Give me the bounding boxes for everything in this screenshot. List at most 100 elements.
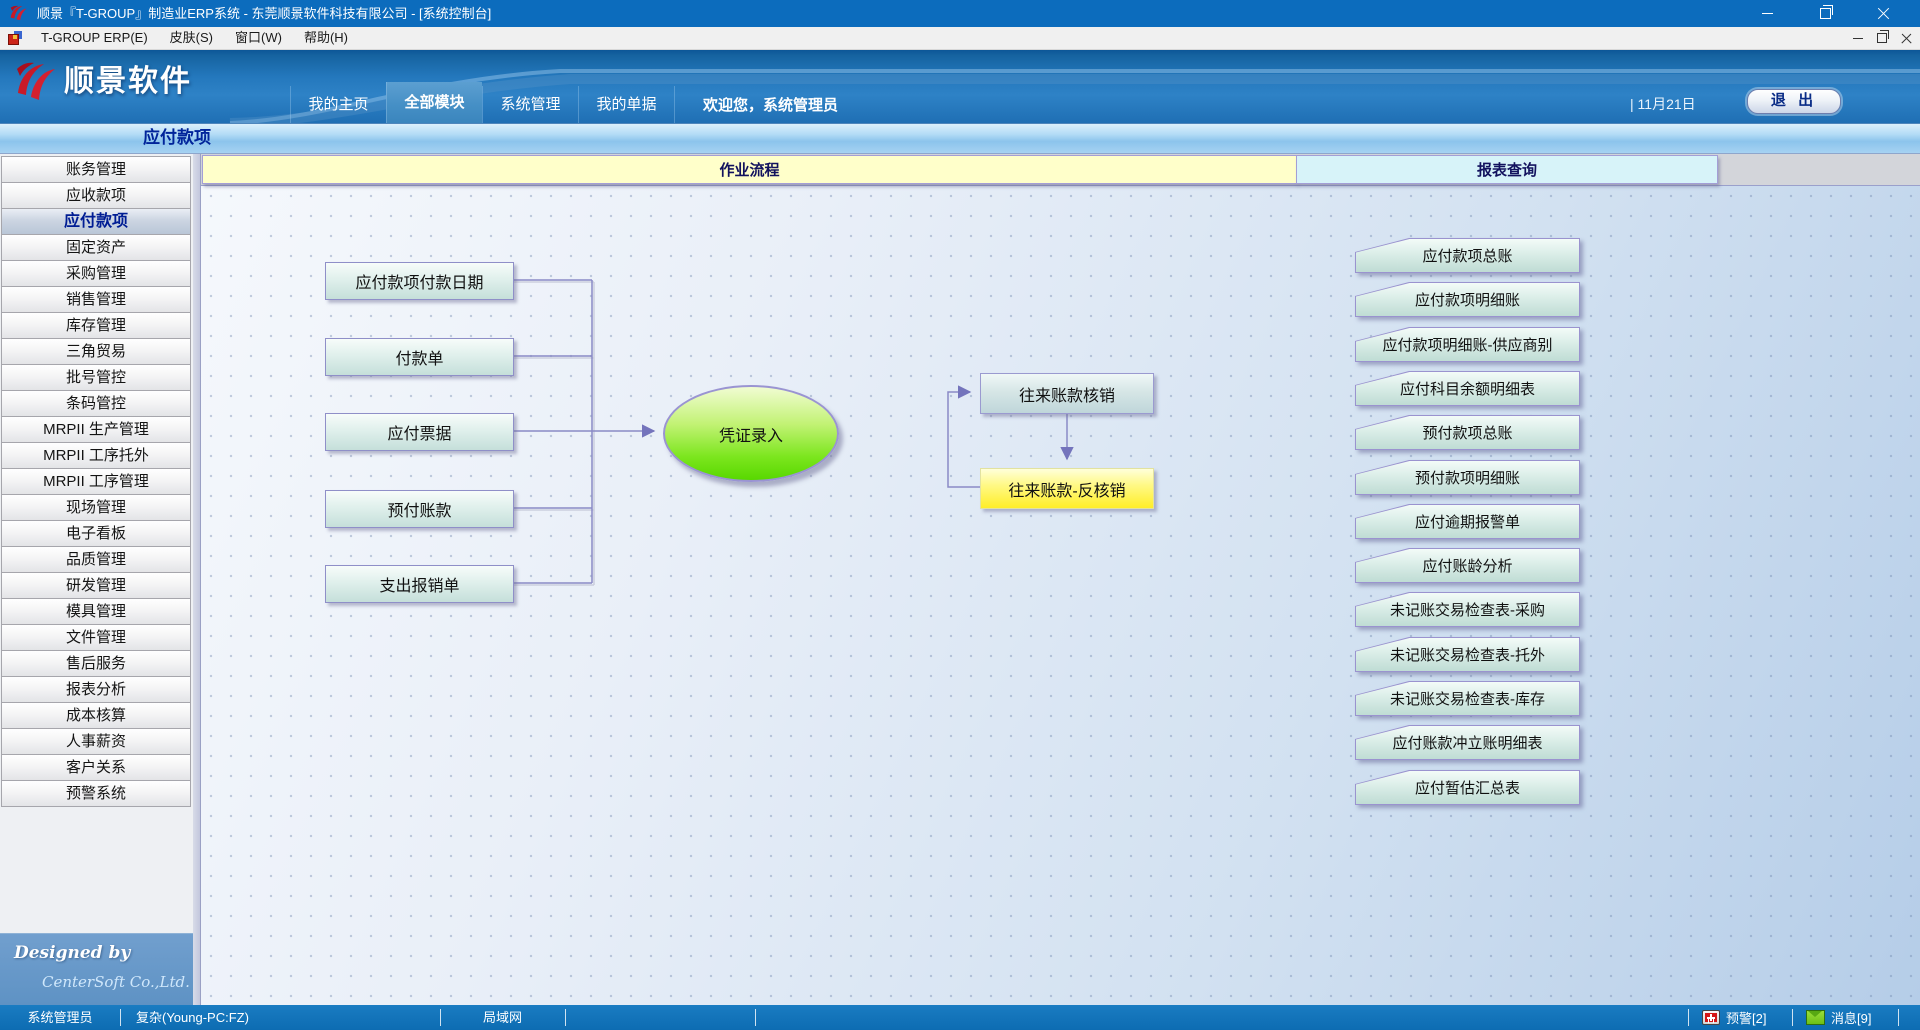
- sidebar-item-documents[interactable]: 文件管理: [1, 624, 191, 651]
- report-button-unposted-check-outsourcing[interactable]: 未记账交易检查表-托外: [1355, 637, 1580, 672]
- report-button-prepayment-detail-ledger[interactable]: 预付款项明细账: [1355, 460, 1580, 495]
- messages-label: 消息[9]: [1831, 1008, 1871, 1027]
- flow-box-writeoff[interactable]: 往来账款核销: [980, 373, 1154, 414]
- restore-icon: [1820, 8, 1831, 19]
- tab-my-home[interactable]: 我的主页: [290, 86, 386, 123]
- sidebar-item-shopfloor[interactable]: 现场管理: [1, 494, 191, 521]
- menu-window[interactable]: 窗口(W): [224, 27, 293, 49]
- sidebar-item-barcode-control[interactable]: 条码管控: [1, 390, 191, 417]
- sidebar-item-triangle-trade[interactable]: 三角贸易: [1, 338, 191, 365]
- app-logo-icon: [9, 4, 29, 23]
- flow-box-payment-slip[interactable]: 付款单: [325, 338, 514, 376]
- mdi-minimize-button[interactable]: [1853, 38, 1863, 39]
- report-button-prepayment-general-ledger[interactable]: 预付款项总账: [1355, 415, 1580, 450]
- close-icon: [1877, 7, 1890, 20]
- status-messages[interactable]: 消息[9]: [1806, 1005, 1871, 1030]
- window-title: 顺景『T-GROUP』制造业ERP系统 - 东莞顺景软件科技有限公司 - [系统…: [37, 0, 491, 27]
- envelope-icon: [1806, 1010, 1825, 1025]
- status-alerts[interactable]: 预警[2]: [1702, 1005, 1766, 1030]
- alerts-label: 预警[2]: [1726, 1008, 1766, 1027]
- breadcrumb-bar: 应付款项: [0, 123, 1920, 154]
- menu-help[interactable]: 帮助(H): [293, 27, 359, 49]
- sidebar-item-rnd[interactable]: 研发管理: [1, 572, 191, 599]
- report-button-payables-general-ledger[interactable]: 应付款项总账: [1355, 238, 1580, 273]
- sidebar-item-accounting[interactable]: 账务管理: [1, 156, 191, 183]
- sidebar-item-sales[interactable]: 销售管理: [1, 286, 191, 313]
- logo-swoosh-icon: [14, 59, 60, 105]
- report-button-unposted-check-inventory[interactable]: 未记账交易检查表-库存: [1355, 681, 1580, 716]
- flow-node-voucher-entry[interactable]: 凭证录入: [663, 385, 839, 482]
- sidebar-item-after-sales[interactable]: 售后服务: [1, 650, 191, 677]
- section-header-workflow: 作业流程: [202, 155, 1297, 184]
- restore-icon: [1877, 33, 1887, 43]
- status-divider: [1688, 1009, 1689, 1026]
- designed-by-text: Designed by: [14, 943, 130, 963]
- sidebar-item-mrp2-outsourcing[interactable]: MRPII 工序托外: [1, 442, 191, 469]
- report-button-payables-detail-ledger[interactable]: 应付款项明细账: [1355, 282, 1580, 317]
- window-minimize-button[interactable]: [1738, 0, 1796, 27]
- flow-box-payment-due-date[interactable]: 应付款项付款日期: [325, 262, 514, 300]
- flow-box-reverse-writeoff[interactable]: 往来账款-反核销: [980, 468, 1154, 509]
- window-close-button[interactable]: [1854, 0, 1912, 27]
- flow-box-expense-claim[interactable]: 支出报销单: [325, 565, 514, 603]
- mdi-close-button[interactable]: [1901, 33, 1912, 44]
- welcome-text: 欢迎您，系统管理员: [703, 94, 838, 115]
- date-text: 11月21日: [1638, 96, 1696, 112]
- report-button-payables-accrual-summary[interactable]: 应付暂估汇总表: [1355, 770, 1580, 805]
- flow-box-prepayment[interactable]: 预付账款: [325, 490, 514, 528]
- report-button-payables-account-balance-detail[interactable]: 应付科目余额明细表: [1355, 371, 1580, 406]
- first-aid-kit-icon: [1702, 1010, 1720, 1025]
- status-divider: [755, 1009, 756, 1026]
- menu-skin[interactable]: 皮肤(S): [159, 27, 224, 49]
- sidebar-item-payables[interactable]: 应付款项: [1, 208, 191, 235]
- logo-text: 顺景软件: [64, 56, 192, 100]
- status-divider: [1792, 1009, 1793, 1026]
- exit-button[interactable]: 退 出: [1747, 89, 1841, 114]
- sidebar-item-kanban[interactable]: 电子看板: [1, 520, 191, 547]
- company-text: CenterSoft Co.,Ltd.: [42, 973, 190, 991]
- close-icon: [1901, 33, 1912, 44]
- report-button-payables-offset-detail[interactable]: 应付账款冲立账明细表: [1355, 725, 1580, 760]
- sidebar-item-inventory[interactable]: 库存管理: [1, 312, 191, 339]
- sidebar-item-hr-payroll[interactable]: 人事薪资: [1, 728, 191, 755]
- sidebar-item-mold[interactable]: 模具管理: [1, 598, 191, 625]
- report-button-aging-analysis[interactable]: 应付账龄分析: [1355, 548, 1580, 583]
- header-tabs: 我的主页 全部模块 系统管理 我的单据: [290, 86, 675, 123]
- section-header-report-query: 报表查询: [1296, 155, 1718, 184]
- sidebar-item-report-analysis[interactable]: 报表分析: [1, 676, 191, 703]
- sidebar-item-receivables[interactable]: 应收款项: [1, 182, 191, 209]
- sidebar: 账务管理 应收款项 应付款项 固定资产 采购管理 销售管理 库存管理 三角贸易 …: [0, 152, 193, 1005]
- status-bar: 系统管理员 复杂(Young-PC:FZ) 局域网 预警[2] 消息[9]: [0, 1005, 1920, 1030]
- tab-system-management[interactable]: 系统管理: [482, 86, 578, 123]
- mdi-restore-button[interactable]: [1877, 33, 1887, 43]
- title-bar: 顺景『T-GROUP』制造业ERP系统 - 东莞顺景软件科技有限公司 - [系统…: [0, 0, 1920, 27]
- menu-bar: T-GROUP ERP(E) 皮肤(S) 窗口(W) 帮助(H): [0, 27, 1920, 50]
- tab-all-modules[interactable]: 全部模块: [386, 82, 482, 123]
- status-user: 系统管理员: [0, 1005, 120, 1030]
- sidebar-item-lot-control[interactable]: 批号管控: [1, 364, 191, 391]
- status-workstation: 复杂(Young-PC:FZ): [136, 1005, 249, 1030]
- sidebar-item-purchasing[interactable]: 采购管理: [1, 260, 191, 287]
- status-divider: [565, 1009, 566, 1026]
- minimize-icon: [1762, 13, 1773, 14]
- tab-my-documents[interactable]: 我的单据: [578, 86, 675, 123]
- sidebar-item-costing[interactable]: 成本核算: [1, 702, 191, 729]
- sidebar-item-crm[interactable]: 客户关系: [1, 754, 191, 781]
- flow-box-notes-payable[interactable]: 应付票据: [325, 413, 514, 451]
- header-date: | 11月21日: [1630, 94, 1696, 114]
- window-restore-button[interactable]: [1796, 0, 1854, 27]
- sidebar-item-mrp2-process[interactable]: MRPII 工序管理: [1, 468, 191, 495]
- date-separator: |: [1630, 96, 1634, 112]
- status-divider: [1898, 1009, 1899, 1026]
- sidebar-item-alert-system[interactable]: 预警系统: [1, 780, 191, 807]
- sidebar-item-fixed-assets[interactable]: 固定资产: [1, 234, 191, 261]
- sidebar-item-mrp2-production[interactable]: MRPII 生产管理: [1, 416, 191, 443]
- page-title: 应付款项: [143, 124, 211, 152]
- sidebar-item-quality[interactable]: 品质管理: [1, 546, 191, 573]
- sidebar-splitter[interactable]: [193, 152, 201, 1005]
- report-button-payables-detail-by-supplier[interactable]: 应付款项明细账-供应商别: [1355, 327, 1580, 362]
- menu-tgroup-erp[interactable]: T-GROUP ERP(E): [30, 27, 159, 49]
- report-button-overdue-alert[interactable]: 应付逾期报警单: [1355, 504, 1580, 539]
- designed-by-panel: Designed by CenterSoft Co.,Ltd.: [0, 933, 193, 1006]
- report-button-unposted-check-purchase[interactable]: 未记账交易检查表-采购: [1355, 592, 1580, 627]
